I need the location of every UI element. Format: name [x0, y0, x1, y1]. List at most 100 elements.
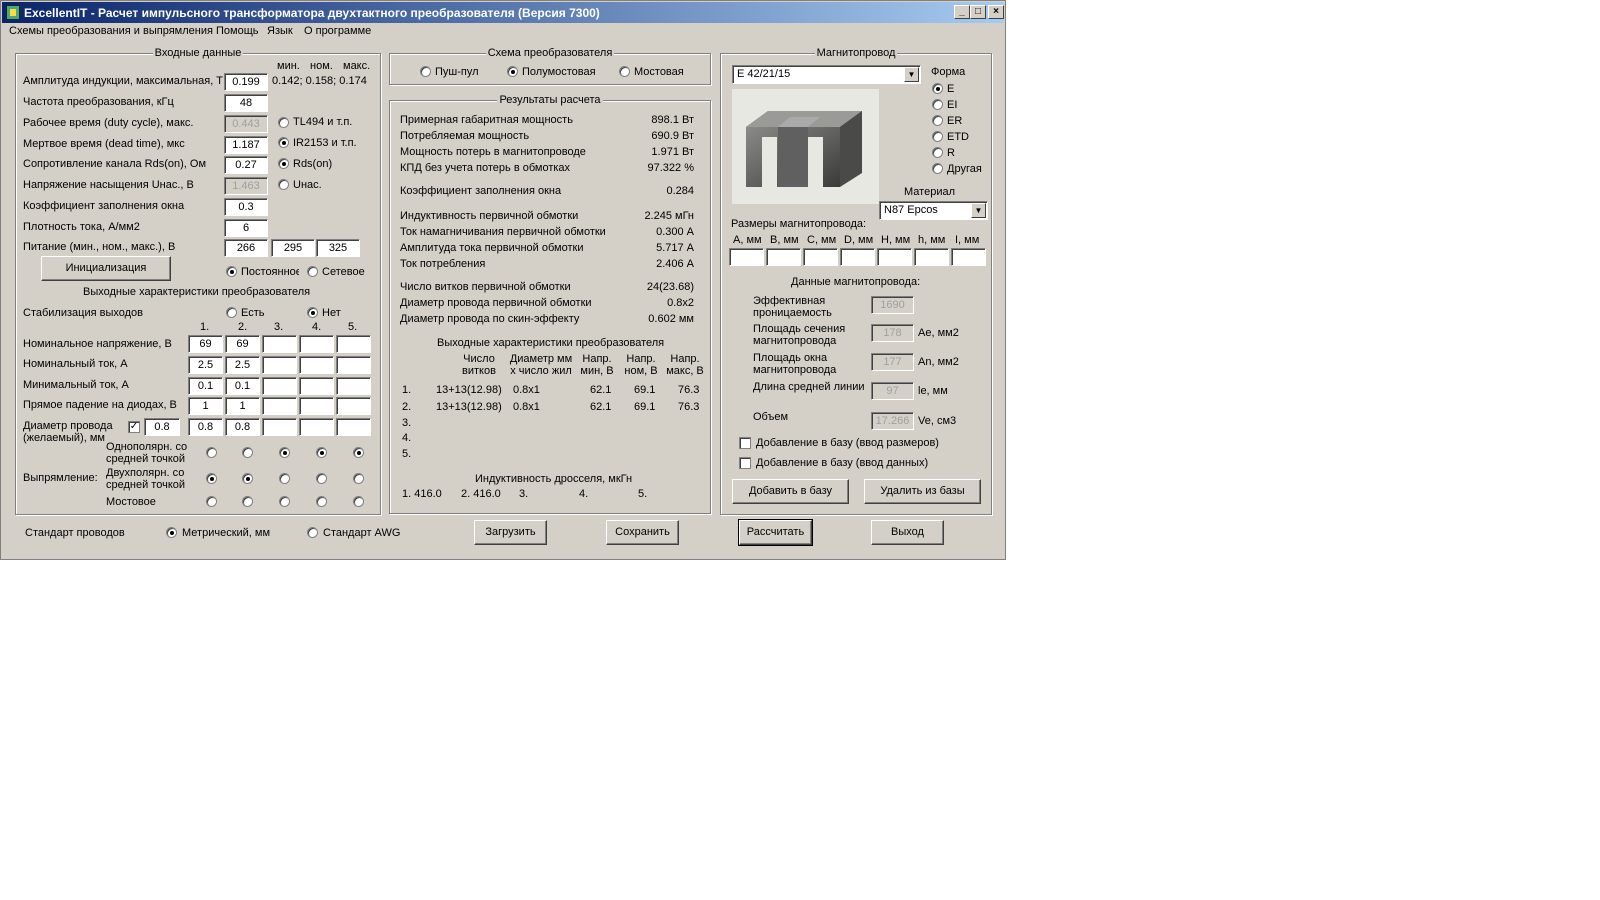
out-cell-i4[interactable] — [299, 356, 334, 374]
dc-radio[interactable] — [226, 266, 237, 277]
rect-radio-1-1[interactable] — [206, 447, 217, 458]
exit-button[interactable]: Выход — [871, 520, 944, 545]
dim-input-1[interactable] — [729, 248, 764, 266]
chevron-down-icon[interactable]: ▼ — [971, 203, 986, 218]
rds-input[interactable]: 0.27 — [224, 156, 268, 174]
dim-input-3[interactable] — [803, 248, 838, 266]
current-density-input[interactable]: 6 — [224, 219, 268, 237]
fill-factor-input[interactable]: 0.3 — [224, 198, 268, 216]
mains-radio[interactable] — [307, 266, 318, 277]
rect-radio-1-4[interactable] — [316, 447, 327, 458]
out-cell-i5[interactable] — [336, 356, 371, 374]
tl494-radio[interactable] — [278, 117, 289, 128]
out-cell-d2[interactable]: 1 — [225, 397, 260, 415]
minimize-button[interactable]: _ — [954, 5, 970, 19]
rect-radio-2-2[interactable] — [242, 473, 253, 484]
delete-from-db-button[interactable]: Удалить из базы — [864, 479, 981, 504]
maximize-button[interactable]: □ — [970, 5, 986, 19]
induction-input[interactable]: 0.199 — [224, 73, 268, 91]
save-button[interactable]: Сохранить — [606, 520, 679, 545]
load-button[interactable]: Загрузить — [474, 520, 547, 545]
menu-schemes[interactable]: Схемы преобразования и выпрямления — [9, 25, 213, 37]
out-cell-i3[interactable] — [262, 356, 297, 374]
material-select[interactable]: N87 Epcos ▼ — [879, 201, 988, 220]
stab-yes-radio[interactable] — [226, 307, 237, 318]
supply-nom-input[interactable]: 295 — [271, 239, 315, 257]
rect-radio-2-1[interactable] — [206, 473, 217, 484]
out-cell-v5[interactable] — [336, 335, 371, 353]
dim-input-6[interactable] — [914, 248, 949, 266]
rect-radio-2-5[interactable] — [353, 473, 364, 484]
menu-language[interactable]: Язык — [267, 25, 293, 37]
dim-input-2[interactable] — [766, 248, 801, 266]
ir2153-radio[interactable] — [278, 137, 289, 148]
init-button[interactable]: Инициализация — [41, 256, 171, 281]
rect-radio-2-4[interactable] — [316, 473, 327, 484]
dim-input-5[interactable] — [877, 248, 912, 266]
add-to-db-button[interactable]: Добавить в базу — [732, 479, 849, 504]
res-head-wire: Диаметр мм х число жил — [509, 353, 573, 377]
out-cell-d3[interactable] — [262, 397, 297, 415]
rect-radio-2-3[interactable] — [279, 473, 290, 484]
metric-radio[interactable] — [166, 527, 177, 538]
form-other-radio[interactable] — [932, 163, 943, 174]
rect-radio-3-1[interactable] — [206, 496, 217, 507]
rds-radio[interactable] — [278, 158, 289, 169]
out-cell-v3[interactable] — [262, 335, 297, 353]
out-cell-v4[interactable] — [299, 335, 334, 353]
dim-input-7[interactable] — [951, 248, 986, 266]
out-cell-w3[interactable] — [262, 418, 297, 436]
form-r-radio[interactable] — [932, 147, 943, 158]
out-cell-w4[interactable] — [299, 418, 334, 436]
out-cell-imin5[interactable] — [336, 377, 371, 395]
out-cell-imin3[interactable] — [262, 377, 297, 395]
stab-no-radio[interactable] — [307, 307, 318, 318]
halfbridge-radio[interactable] — [507, 66, 518, 77]
wire-diameter-checkbox[interactable]: ✓ — [128, 421, 140, 433]
usat-radio[interactable] — [278, 179, 289, 190]
rect-radio-1-3[interactable] — [279, 447, 290, 458]
form-e-radio[interactable] — [932, 83, 943, 94]
calculate-button[interactable]: Рассчитать — [738, 519, 813, 546]
out-cell-w5[interactable] — [336, 418, 371, 436]
out-cell-i2[interactable]: 2.5 — [225, 356, 260, 374]
out-cell-v2[interactable]: 69 — [225, 335, 260, 353]
fullbridge-radio[interactable] — [619, 66, 630, 77]
awg-radio[interactable] — [307, 527, 318, 538]
add-data-checkbox[interactable] — [739, 457, 751, 469]
supply-max-input[interactable]: 325 — [316, 239, 360, 257]
chevron-down-icon[interactable]: ▼ — [904, 67, 919, 82]
add-dims-checkbox[interactable] — [739, 437, 751, 449]
rect-radio-3-2[interactable] — [242, 496, 253, 507]
rect-radio-3-3[interactable] — [279, 496, 290, 507]
supply-min-input[interactable]: 266 — [224, 239, 268, 257]
menu-help[interactable]: Помощь — [216, 25, 259, 37]
out-cell-v1[interactable]: 69 — [188, 335, 223, 353]
form-etd-radio[interactable] — [932, 131, 943, 142]
out-cell-imin4[interactable] — [299, 377, 334, 395]
close-button[interactable]: × — [988, 5, 1004, 19]
rect-radio-1-5[interactable] — [353, 447, 364, 458]
rect-radio-3-5[interactable] — [353, 496, 364, 507]
out-cell-d5[interactable] — [336, 397, 371, 415]
out-cell-i1[interactable]: 2.5 — [188, 356, 223, 374]
rect-radio-3-4[interactable] — [316, 496, 327, 507]
frequency-input[interactable]: 48 — [224, 94, 268, 112]
core-data-label: Данные магнитопровода: — [791, 276, 921, 288]
out-cell-imin2[interactable]: 0.1 — [225, 377, 260, 395]
form-er-radio[interactable] — [932, 115, 943, 126]
out-cell-imin1[interactable]: 0.1 — [188, 377, 223, 395]
core-select[interactable]: E 42/21/15 ▼ — [732, 65, 921, 84]
form-ei-radio[interactable] — [932, 99, 943, 110]
rect-radio-1-2[interactable] — [242, 447, 253, 458]
out-col-5: 5. — [348, 321, 358, 333]
pushpull-radio[interactable] — [420, 66, 431, 77]
out-cell-d4[interactable] — [299, 397, 334, 415]
menu-about[interactable]: О программе — [304, 25, 371, 37]
deadtime-input[interactable]: 1.187 — [224, 136, 268, 154]
out-cell-w2[interactable]: 0.8 — [225, 418, 260, 436]
out-cell-d1[interactable]: 1 — [188, 397, 223, 415]
out-cell-w1[interactable]: 0.8 — [188, 418, 223, 436]
dim-input-4[interactable] — [840, 248, 875, 266]
wire-diameter-input[interactable]: 0.8 — [144, 418, 180, 436]
